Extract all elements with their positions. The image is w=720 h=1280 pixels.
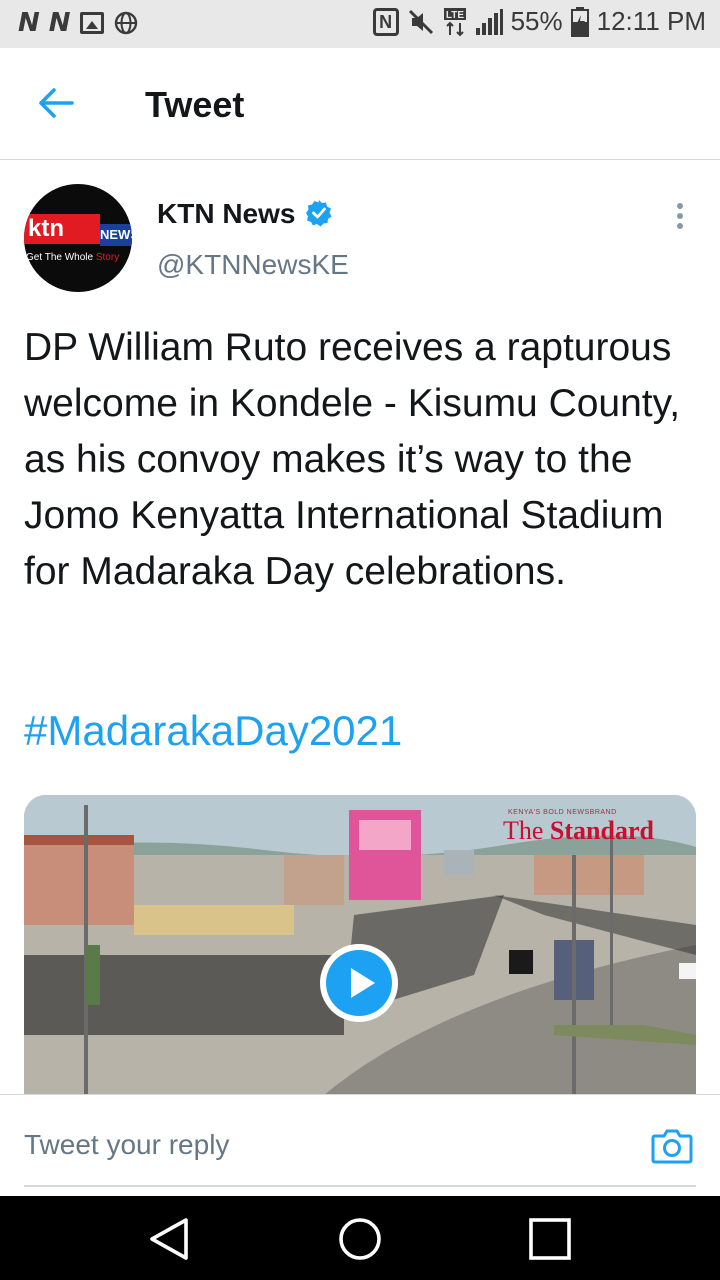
image-icon [79, 12, 104, 34]
nfc-icon: N [372, 7, 399, 36]
avatar-tagline-a: Get The Whole [26, 252, 96, 263]
avatar[interactable]: ktn NEWS Get The Whole Story [24, 184, 132, 292]
watermark-tagline: KENYA'S BOLD NEWSBRAND [508, 809, 617, 816]
watermark-the: The [503, 816, 550, 845]
app-header: Tweet [0, 48, 720, 160]
mute-icon [408, 9, 433, 34]
watermark-logo: The Standard [503, 816, 654, 846]
n-icon: N [18, 8, 40, 38]
watermark-standard: Standard [549, 816, 654, 845]
reply-bar: Tweet your reply [0, 1094, 720, 1197]
system-nav-bar [0, 1196, 720, 1280]
verified-icon [306, 200, 332, 227]
clock: 12:11 PM [596, 6, 706, 36]
play-button[interactable] [320, 944, 398, 1022]
signal-icon [475, 8, 503, 35]
status-bar: N N N LTE 55% 12:11 PM [0, 0, 720, 48]
back-arrow-icon[interactable] [36, 86, 76, 120]
globe-icon [114, 11, 137, 35]
lte-label: LTE [446, 10, 464, 21]
avatar-tagline: Get The Whole Story [26, 252, 132, 263]
author-name[interactable]: KTN News [157, 198, 295, 230]
reply-input[interactable]: Tweet your reply [24, 1129, 229, 1161]
author-handle[interactable]: @KTNNewsKE [157, 249, 349, 281]
reply-divider [24, 1185, 696, 1187]
page-title: Tweet [145, 84, 245, 125]
hashtag-link[interactable]: #MadarakaDay2021 [24, 707, 402, 755]
avatar-logo-ktn: ktn [24, 214, 100, 244]
n-icon: N [48, 8, 71, 38]
camera-icon[interactable] [651, 1127, 693, 1165]
status-left-icons: N N [18, 8, 138, 38]
tweet-text: DP William Ruto receives a rapturous wel… [24, 326, 681, 593]
play-icon [326, 950, 392, 1016]
battery-icon [570, 6, 589, 37]
avatar-tagline-b: Story [95, 252, 120, 263]
nav-home-icon[interactable] [337, 1216, 383, 1262]
nav-back-icon[interactable] [146, 1216, 192, 1262]
avatar-logo-news: NEWS [100, 224, 132, 246]
more-vertical-icon[interactable] [668, 200, 692, 232]
lte-icon: LTE [443, 7, 466, 36]
battery-percent: 55% [510, 6, 563, 36]
nav-recent-icon[interactable] [527, 1216, 573, 1262]
status-right-icons: N LTE 55% 12:11 PM [372, 6, 706, 37]
